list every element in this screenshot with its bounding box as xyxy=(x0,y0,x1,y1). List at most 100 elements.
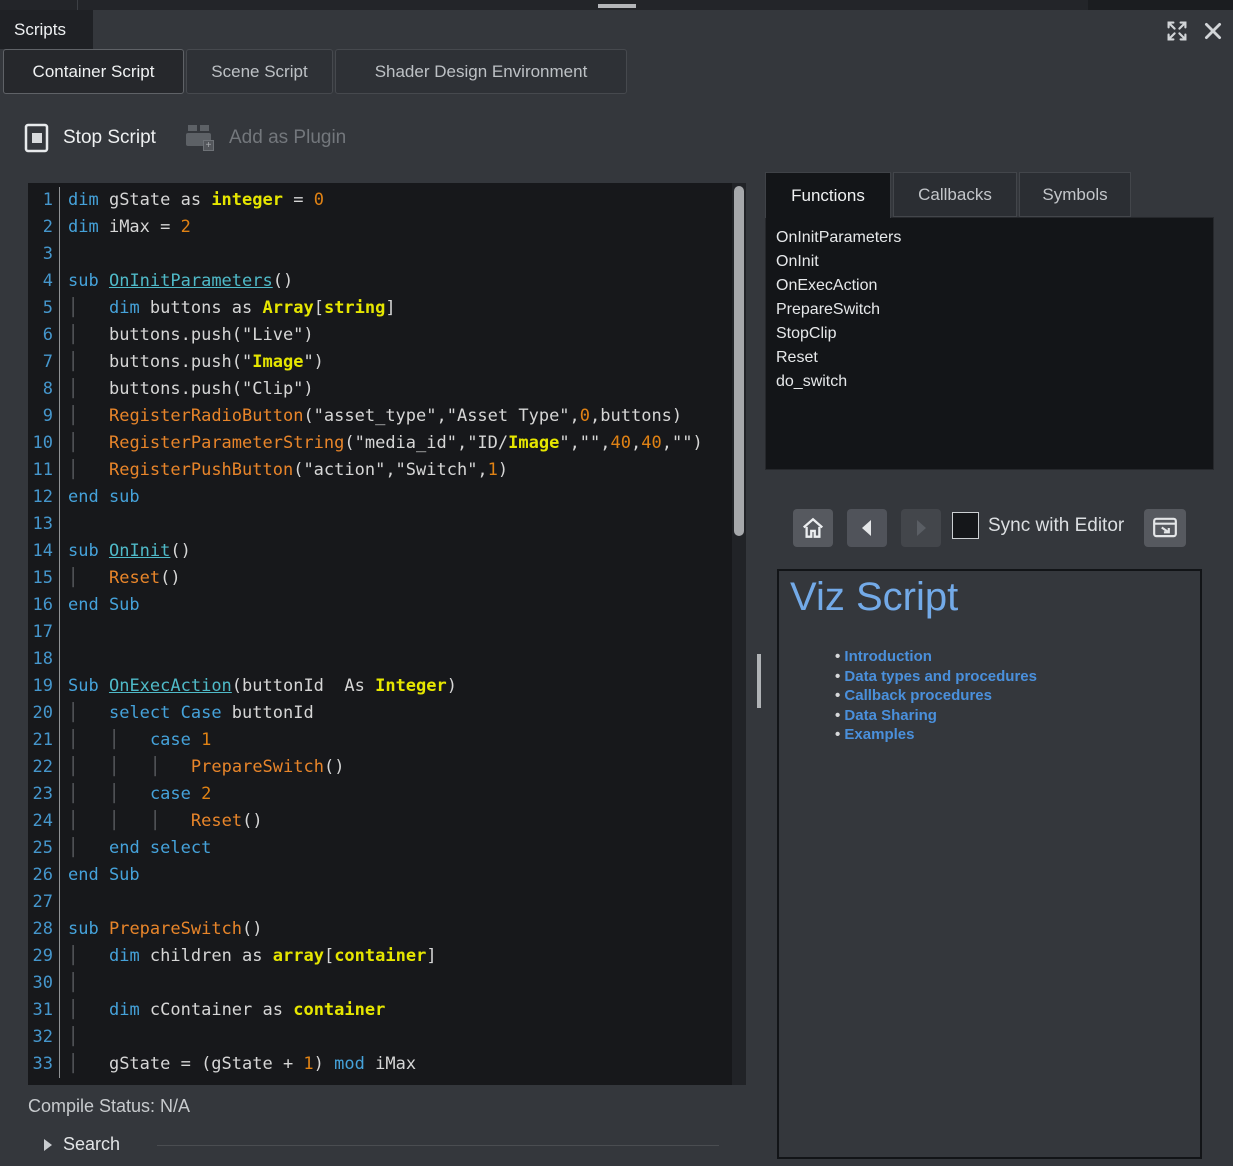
code-token: case xyxy=(150,730,191,750)
code-token: Array xyxy=(263,298,314,318)
code-token: , xyxy=(631,433,641,453)
open-in-window-icon xyxy=(1152,516,1178,540)
line-number: 19 xyxy=(28,673,60,700)
code-token: OnExecAction xyxy=(109,676,232,696)
doc-link-row: • Data types and procedures xyxy=(835,667,1037,687)
code-token xyxy=(99,271,109,291)
code-line: 6│ buttons.push("Live") xyxy=(28,322,746,349)
function-list-item[interactable]: OnInitParameters xyxy=(776,226,1213,250)
doc-link[interactable]: Callback procedures xyxy=(844,687,992,704)
code-token xyxy=(78,757,109,777)
tab-scene-script[interactable]: Scene Script xyxy=(186,49,333,94)
code-token: cContainer as xyxy=(140,1000,294,1020)
tab-shader-design-environment[interactable]: Shader Design Environment xyxy=(335,49,627,94)
code-line: 31│ dim cContainer as container xyxy=(28,997,746,1024)
add-plugin-label: Add as Plugin xyxy=(229,127,346,149)
scripts-panel-tab[interactable]: Scripts xyxy=(0,10,93,49)
search-toggle[interactable]: Search xyxy=(63,1134,120,1155)
code-token: buttons.push(" xyxy=(78,352,252,372)
open-in-window-button[interactable] xyxy=(1144,509,1186,547)
add-as-plugin-button[interactable]: + Add as Plugin xyxy=(186,119,346,157)
code-line: 20│ select Case buttonId xyxy=(28,700,746,727)
code-line: 33│ gState = (gState + 1) mod iMax xyxy=(28,1051,746,1078)
line-number: 11 xyxy=(28,457,60,484)
doc-link[interactable]: Data types and procedures xyxy=(844,668,1037,685)
code-token: Sub xyxy=(68,676,99,696)
code-token: │ xyxy=(68,325,78,345)
code-token: Image xyxy=(252,352,303,372)
window-top-strip-right xyxy=(1088,0,1233,10)
doc-bullet: • xyxy=(835,668,844,685)
code-token xyxy=(99,919,109,939)
expand-button[interactable] xyxy=(1163,17,1191,45)
home-button[interactable] xyxy=(793,509,833,547)
back-button[interactable] xyxy=(847,509,887,547)
code-line: 24│ │ │ Reset() xyxy=(28,808,746,835)
stop-script-label: Stop Script xyxy=(63,127,156,149)
tab-symbols[interactable]: Symbols xyxy=(1019,172,1131,217)
tab-functions[interactable]: Functions xyxy=(765,172,891,218)
code-token xyxy=(78,838,109,858)
code-line: 9│ RegisterRadioButton("asset_type","Ass… xyxy=(28,403,746,430)
top-strip-divider xyxy=(77,0,78,10)
expand-icon xyxy=(1165,19,1189,43)
forward-button[interactable] xyxy=(901,509,941,547)
doc-link-row: • Introduction xyxy=(835,647,1037,667)
code-token xyxy=(191,730,201,750)
code-token: RegisterPushButton xyxy=(109,460,293,480)
doc-link-row: • Data Sharing xyxy=(835,706,1037,726)
function-list-item[interactable]: Reset xyxy=(776,346,1213,370)
code-token: │ xyxy=(68,946,78,966)
code-token: RegisterParameterString xyxy=(109,433,344,453)
stop-script-button[interactable]: Stop Script xyxy=(24,119,156,157)
line-number: 26 xyxy=(28,862,60,889)
tab-container-script[interactable]: Container Script xyxy=(3,49,184,94)
close-icon xyxy=(1202,20,1224,42)
code-line: 12end sub xyxy=(28,484,746,511)
code-token: RegisterRadioButton xyxy=(109,406,303,426)
code-line: 5│ dim buttons as Array[string] xyxy=(28,295,746,322)
drag-handle[interactable] xyxy=(598,4,636,8)
function-list[interactable]: OnInitParametersOnInitOnExecActionPrepar… xyxy=(765,217,1214,470)
code-line: 14sub OnInit() xyxy=(28,538,746,565)
function-list-item[interactable]: StopClip xyxy=(776,322,1213,346)
line-number: 33 xyxy=(28,1051,60,1078)
function-list-item[interactable]: PrepareSwitch xyxy=(776,298,1213,322)
doc-link[interactable]: Introduction xyxy=(844,648,931,665)
code-editor[interactable]: 1dim gState as integer = 02dim iMax = 23… xyxy=(28,183,746,1085)
function-list-item[interactable]: do_switch xyxy=(776,370,1213,394)
code-token xyxy=(99,676,109,696)
code-line: 15│ Reset() xyxy=(28,565,746,592)
doc-link[interactable]: Data Sharing xyxy=(844,707,937,724)
function-list-item[interactable]: OnInit xyxy=(776,250,1213,274)
line-number: 13 xyxy=(28,511,60,538)
tab-callbacks[interactable]: Callbacks xyxy=(893,172,1017,217)
line-number: 5 xyxy=(28,295,60,322)
close-button[interactable] xyxy=(1199,17,1227,45)
code-token: 1 xyxy=(303,1054,313,1074)
code-token: sub xyxy=(68,919,99,939)
code-token: │ xyxy=(109,757,119,777)
code-token: 40 xyxy=(611,433,631,453)
code-token xyxy=(78,784,109,804)
sync-with-editor-checkbox[interactable] xyxy=(952,512,979,539)
search-collapse-icon[interactable] xyxy=(44,1139,52,1151)
line-number: 2 xyxy=(28,214,60,241)
code-line: 8│ buttons.push("Clip") xyxy=(28,376,746,403)
line-number: 30 xyxy=(28,970,60,997)
code-token: ,buttons) xyxy=(590,406,682,426)
code-token: () xyxy=(170,541,190,561)
home-icon xyxy=(801,517,825,539)
doc-bullet: • xyxy=(835,648,844,665)
function-list-item[interactable]: OnExecAction xyxy=(776,274,1213,298)
code-token: dim xyxy=(109,298,140,318)
splitter-handle[interactable] xyxy=(757,654,761,708)
code-token xyxy=(78,811,109,831)
code-token: │ xyxy=(68,1054,78,1074)
code-token xyxy=(78,568,109,588)
code-token: select Case xyxy=(109,703,222,723)
editor-scrollbar-thumb[interactable] xyxy=(734,186,744,536)
doc-link[interactable]: Examples xyxy=(844,726,914,743)
code-token: mod xyxy=(334,1054,365,1074)
code-token xyxy=(160,757,191,777)
